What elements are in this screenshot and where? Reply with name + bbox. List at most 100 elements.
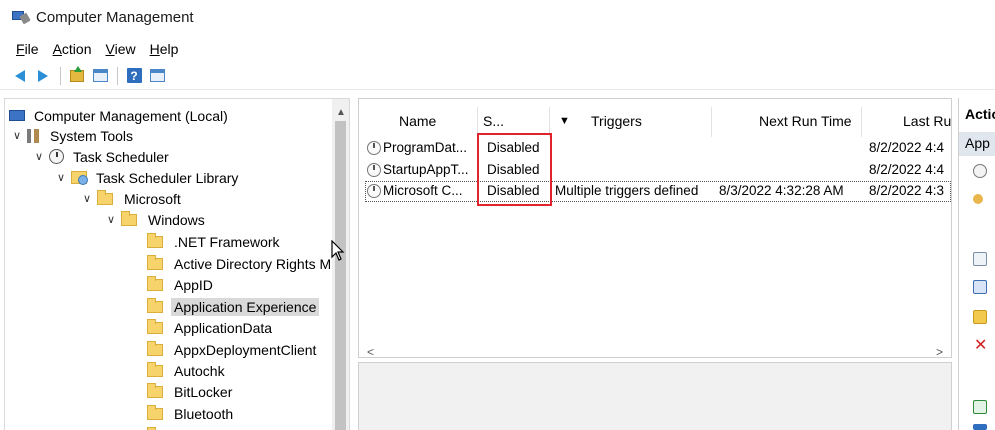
tree-item-applicationdata[interactable]: ApplicationData bbox=[147, 317, 275, 338]
folder-icon bbox=[97, 189, 113, 205]
show-hide-console-tree-button[interactable] bbox=[90, 66, 110, 86]
scroll-right-icon[interactable]: > bbox=[936, 345, 943, 357]
scrollbar-thumb[interactable] bbox=[335, 121, 346, 430]
tree-item-appxdeploymentclient[interactable]: AppxDeploymentClient bbox=[147, 339, 319, 360]
column-header-name[interactable]: Name bbox=[399, 107, 436, 135]
task-details-pane bbox=[358, 362, 952, 430]
folder-icon bbox=[147, 254, 163, 270]
folder-icon bbox=[147, 275, 163, 291]
tree-item-computer-management[interactable]: Computer Management (Local) bbox=[9, 105, 231, 126]
task-row[interactable]: StartupAppT... Disabled 8/2/2022 4:4 bbox=[359, 160, 951, 181]
folder-icon bbox=[147, 297, 163, 313]
mouse-cursor-icon bbox=[331, 239, 345, 262]
menu-file[interactable]: File bbox=[16, 41, 39, 57]
menu-view[interactable]: View bbox=[106, 41, 136, 57]
help-icon: ? bbox=[126, 68, 142, 83]
window-title: Computer Management bbox=[36, 8, 194, 26]
folder-icon bbox=[147, 232, 163, 248]
chevron-down-icon[interactable]: ∨ bbox=[55, 171, 67, 184]
tree-item-partial bbox=[147, 425, 171, 430]
tree-vertical-scrollbar[interactable]: ▲ bbox=[332, 99, 349, 430]
task-list-horizontal-scrollbar[interactable]: < > bbox=[359, 345, 951, 357]
clock-icon bbox=[49, 149, 64, 164]
menu-help[interactable]: Help bbox=[150, 41, 179, 57]
menu-bar: File Action View Help bbox=[0, 38, 192, 60]
task-name: Microsoft C... bbox=[383, 183, 463, 198]
forward-arrow-icon bbox=[38, 69, 48, 82]
chevron-down-icon[interactable]: ∨ bbox=[81, 192, 93, 205]
toolbar-separator bbox=[117, 66, 118, 85]
delete-icon[interactable]: ✕ bbox=[974, 338, 987, 354]
scroll-up-icon[interactable]: ▲ bbox=[336, 107, 346, 118]
properties-folder-icon[interactable] bbox=[973, 310, 987, 324]
folder-icon bbox=[147, 382, 163, 398]
title-bar: Computer Management bbox=[0, 0, 995, 34]
actions-subheader[interactable]: App bbox=[959, 132, 995, 156]
show-hide-action-pane-button[interactable] bbox=[147, 66, 167, 86]
task-row-selected[interactable]: Microsoft C... Disabled Multiple trigger… bbox=[365, 181, 951, 202]
task-name: StartupAppT... bbox=[383, 162, 469, 177]
column-header-triggers[interactable]: Triggers bbox=[591, 107, 642, 135]
help-icon[interactable] bbox=[973, 424, 987, 430]
tree-item-windows[interactable]: ∨ Windows bbox=[105, 209, 208, 230]
tree-item-bitlocker[interactable]: BitLocker bbox=[147, 381, 235, 402]
folder-icon bbox=[147, 318, 163, 334]
tree-item-system-tools[interactable]: ∨ System Tools bbox=[11, 125, 136, 146]
tree-item-appid[interactable]: AppID bbox=[147, 274, 216, 295]
chevron-down-icon[interactable]: ∨ bbox=[33, 150, 45, 163]
computer-management-icon bbox=[12, 10, 31, 25]
up-one-level-button[interactable] bbox=[67, 65, 87, 86]
tree-item-microsoft[interactable]: ∨ Microsoft bbox=[81, 188, 184, 209]
tree-item-autochk[interactable]: Autochk bbox=[147, 360, 228, 381]
task-list-pane[interactable]: Name S... ▼ Triggers Next Run Time Last … bbox=[358, 98, 952, 358]
tree-item-net-framework[interactable]: .NET Framework bbox=[147, 231, 283, 252]
scroll-left-icon[interactable]: < bbox=[367, 345, 374, 357]
folder-icon bbox=[121, 210, 137, 226]
chevron-down-icon[interactable]: ∨ bbox=[105, 213, 117, 226]
console-tree-icon bbox=[92, 69, 108, 82]
back-button[interactable] bbox=[10, 66, 30, 86]
task-triggers: Multiple triggers defined bbox=[555, 183, 699, 198]
sort-descending-icon: ▼ bbox=[559, 115, 570, 127]
tree-item-task-scheduler-library[interactable]: ∨ Task Scheduler Library bbox=[55, 167, 241, 188]
tree-item-task-scheduler[interactable]: ∨ Task Scheduler bbox=[33, 146, 172, 167]
task-row[interactable]: ProgramDat... Disabled 8/2/2022 4:4 bbox=[359, 138, 951, 159]
run-task-icon[interactable] bbox=[973, 164, 987, 178]
console-tree[interactable]: Computer Management (Local) ∨ System Too… bbox=[4, 98, 350, 430]
toolbar: ? bbox=[0, 62, 995, 90]
library-folder-icon bbox=[71, 171, 88, 185]
task-next-run: 8/3/2022 4:32:28 AM bbox=[719, 183, 844, 198]
export-icon[interactable] bbox=[973, 280, 987, 294]
toolbar-separator bbox=[60, 66, 61, 85]
menu-action[interactable]: Action bbox=[53, 41, 92, 57]
computer-management-icon bbox=[9, 110, 25, 121]
column-divider[interactable] bbox=[861, 107, 862, 137]
actions-header: Actio bbox=[959, 98, 995, 130]
up-folder-icon bbox=[70, 65, 84, 82]
tools-icon bbox=[27, 128, 39, 143]
tree-item-application-experience[interactable]: Application Experience bbox=[147, 296, 320, 317]
task-last-run: 8/2/2022 4:3 bbox=[869, 183, 945, 198]
task-last-run: 8/2/2022 4:4 bbox=[869, 162, 945, 177]
disable-task-icon[interactable] bbox=[973, 252, 987, 266]
task-clock-icon bbox=[367, 141, 381, 155]
column-divider[interactable] bbox=[711, 107, 712, 137]
task-clock-icon bbox=[367, 184, 381, 198]
tree-item-active-directory-rights[interactable]: Active Directory Rights M bbox=[147, 253, 334, 274]
forward-button[interactable] bbox=[33, 66, 53, 86]
column-header-next-run-time[interactable]: Next Run Time bbox=[759, 107, 852, 135]
task-clock-icon bbox=[367, 163, 381, 177]
column-header-status[interactable]: S... bbox=[483, 107, 504, 135]
actions-pane: Actio App ✕ bbox=[958, 98, 995, 430]
task-last-run: 8/2/2022 4:4 bbox=[869, 140, 945, 155]
task-name: ProgramDat... bbox=[383, 140, 468, 155]
help-button[interactable]: ? bbox=[124, 66, 144, 86]
column-header-last-run[interactable]: Last Ru bbox=[903, 107, 951, 135]
folder-icon bbox=[147, 340, 163, 356]
tree-item-bluetooth[interactable]: Bluetooth bbox=[147, 403, 236, 424]
status-highlight-box bbox=[477, 133, 552, 206]
refresh-icon[interactable] bbox=[973, 400, 987, 414]
chevron-down-icon[interactable]: ∨ bbox=[11, 129, 23, 142]
end-task-icon[interactable] bbox=[973, 194, 983, 204]
folder-icon bbox=[147, 361, 163, 377]
